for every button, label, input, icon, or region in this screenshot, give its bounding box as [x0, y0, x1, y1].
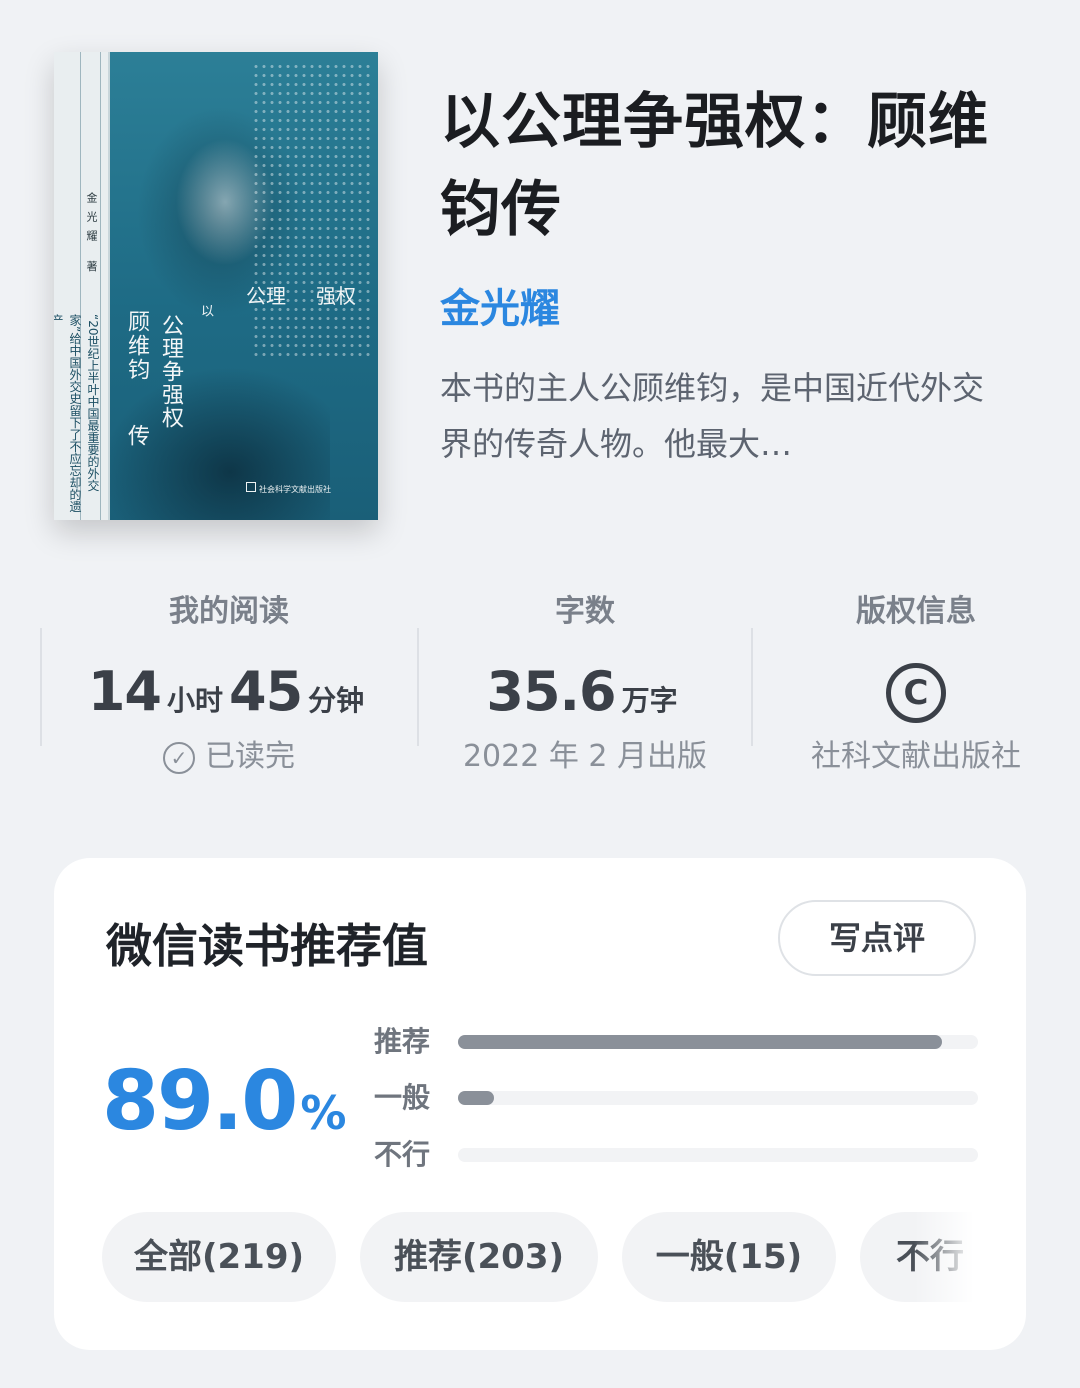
rating-bar-track — [458, 1091, 978, 1105]
stat-word-count: 字数 35.6 万字 2022 年 2 月出版 — [418, 582, 752, 792]
stat-divider — [40, 628, 42, 746]
cover-title-vertical: 顾维钧 — [124, 310, 149, 382]
reading-status: ✓ 已读完 — [40, 732, 418, 782]
book-intro[interactable]: 本书的主人公顾维钧，是中国近代外交界的传奇人物。他最大… — [440, 360, 1000, 472]
publisher-name: 社科文献出版社 — [811, 739, 1021, 774]
book-title: 以公理争强权：顾维钧传 — [440, 87, 989, 245]
stat-divider — [417, 628, 419, 746]
stat-label: 我的阅读 — [169, 594, 289, 629]
reading-status-text: 已读完 — [205, 739, 295, 774]
score-percent: % — [300, 1086, 346, 1140]
cover-title-vertical: 公理争强权 — [158, 314, 183, 429]
write-review-button[interactable]: 写点评 — [778, 900, 976, 976]
book-stats: 我的阅读 14 小时 45 分钟 ✓ 已读完 字数 35.6 万字 2022 年 2 月出… — [0, 582, 1080, 792]
word-count-value: 35.6 — [486, 660, 616, 723]
scroll-fade — [914, 1212, 974, 1302]
check-circle-icon: ✓ — [163, 741, 195, 774]
word-count: 35.6 万字 — [418, 642, 752, 732]
publisher-logo-icon — [246, 482, 256, 492]
reading-time: 14 小时 45 分钟 — [40, 642, 418, 732]
word-count-unit: 万字 — [621, 684, 678, 717]
rating-bar-track — [458, 1148, 978, 1162]
cover-dot-pattern — [252, 62, 372, 362]
reading-minutes: 45 — [229, 660, 303, 723]
cover-author-text: 金光耀 著 — [85, 192, 98, 280]
copyright-icon: C — [886, 662, 946, 723]
publish-date: 2022 年 2 月出版 — [462, 739, 708, 774]
card-title: 微信读书推荐值 — [106, 919, 428, 973]
cover-title-vertical: 传 — [124, 424, 149, 448]
filter-average[interactable]: 一般(15) — [622, 1212, 836, 1302]
cover-title-fragment: 强权 — [316, 284, 356, 308]
rating-bar-label: 不行 — [374, 1138, 431, 1171]
stat-copyright[interactable]: 版权信息 C 社科文献出版社 — [752, 582, 1080, 792]
copyright: C — [752, 642, 1080, 732]
stat-label: 字数 — [555, 594, 615, 629]
cover-publisher: 社会科学文献出版社 — [259, 485, 331, 494]
hours-unit: 小时 — [166, 684, 223, 717]
stat-my-reading[interactable]: 我的阅读 14 小时 45 分钟 ✓ 已读完 — [40, 582, 418, 792]
book-cover[interactable]: 金光耀 著 “20世纪上半叶中国最重要的外交家”给中国外交史留下了不应忘却的遗产… — [54, 52, 378, 520]
reading-hours: 14 — [87, 660, 162, 723]
filter-all[interactable]: 全部(219) — [102, 1212, 336, 1302]
score-value: 89.0 — [102, 1054, 298, 1149]
review-filter-tabs: 全部(219) 推荐(203) 一般(15) 不行 — [102, 1212, 974, 1302]
minutes-unit: 分钟 — [308, 684, 365, 717]
rating-bar-label: 推荐 — [374, 1025, 431, 1058]
cover-tagline: “20世纪上半叶中国最重要的外交家”给中国外交史留下了不应忘却的遗产 — [54, 314, 100, 513]
rating-bar-track — [458, 1035, 978, 1049]
rating-bar-fill — [458, 1035, 942, 1049]
stat-divider — [751, 628, 753, 746]
stat-label: 版权信息 — [856, 594, 976, 629]
cover-title-vertical: 以 — [198, 304, 213, 317]
recommendation-card: 微信读书推荐值 写点评 89.0% 推荐 一般 不行 全部(219) 推荐(20… — [54, 858, 1026, 1350]
recommend-score: 89.0% — [102, 1054, 346, 1149]
book-author-link[interactable]: 金光耀 — [440, 276, 560, 334]
rating-bar-fill — [458, 1091, 495, 1105]
cover-title-fragment: 公理 — [246, 284, 286, 308]
rating-bar-label: 一般 — [374, 1081, 431, 1114]
filter-recommend[interactable]: 推荐(203) — [360, 1212, 598, 1302]
